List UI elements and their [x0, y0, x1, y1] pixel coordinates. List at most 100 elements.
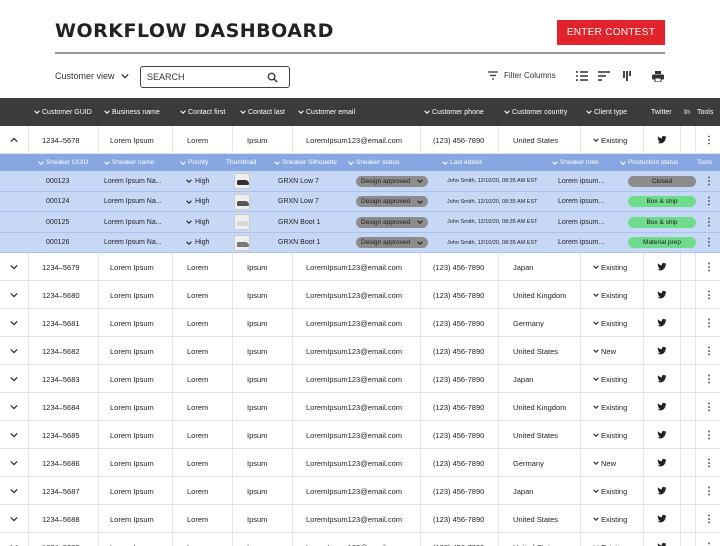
sneaker-status-dropdown[interactable]: Design approved — [356, 212, 428, 232]
row-menu-icon[interactable]: ⋮ — [704, 337, 714, 365]
cell-email[interactable]: LoremIpsum123@email.com — [306, 365, 402, 393]
twitter-icon[interactable] — [657, 281, 667, 309]
cell-email[interactable]: LoremIpsum123@email.com — [306, 393, 402, 421]
cell-email[interactable]: LoremIpsum123@email.com — [306, 533, 402, 546]
expand-row-button[interactable] — [10, 477, 18, 505]
column-header-customer-country[interactable]: Customer country — [504, 98, 567, 126]
production-status-badge[interactable]: Closed — [628, 171, 696, 191]
column-header-twitter[interactable]: Twitter — [651, 98, 672, 126]
list-view-icon[interactable] — [575, 70, 589, 82]
cell-client-type[interactable]: Existing — [593, 505, 627, 533]
table-row[interactable]: 1234–5678 Lorem Ipsum Lorem Ipsum LoremIpsum… — [0, 126, 720, 154]
column-header-contact-last[interactable]: Contact last — [240, 98, 285, 126]
cell-client-type[interactable]: Existing — [593, 126, 627, 154]
expand-row-button[interactable] — [10, 533, 18, 546]
twitter-icon[interactable] — [657, 126, 667, 154]
twitter-icon[interactable] — [657, 533, 667, 546]
table-row[interactable]: 1234–5684 Lorem Ipsum Lorem Ipsum LoremIpsum… — [0, 393, 720, 421]
subcolumn-header-sneaker-status[interactable]: Sneaker status — [348, 154, 399, 171]
twitter-icon[interactable] — [657, 393, 667, 421]
cell-email[interactable]: LoremIpsum123@email.com — [306, 477, 402, 505]
column-header-tools[interactable]: Tools — [697, 98, 713, 126]
cell-client-type[interactable]: Existing — [593, 421, 627, 449]
column-header-customer-email[interactable]: Customer email — [298, 98, 355, 126]
column-header-business-name[interactable]: Business name — [104, 98, 160, 126]
cell-client-type[interactable]: Existing — [593, 393, 627, 421]
cell-email[interactable]: LoremIpsum123@email.com — [306, 253, 402, 281]
production-status-badge[interactable]: Box & ship — [628, 212, 696, 232]
column-header-contact-first[interactable]: Contact first — [180, 98, 225, 126]
subcolumn-header-sneaker-name[interactable]: Sneaker name — [104, 154, 154, 171]
expand-row-button[interactable] — [10, 337, 18, 365]
row-menu-icon[interactable]: ⋮ — [704, 477, 714, 505]
column-header-customer-guid[interactable]: Customer GUID — [34, 98, 92, 126]
subcolumn-header-sneaker-guid[interactable]: Sneaker GUID — [38, 154, 88, 171]
twitter-icon[interactable] — [657, 421, 667, 449]
table-row[interactable]: 1234–5682 Lorem Ipsum Lorem Ipsum LoremIpsum… — [0, 337, 720, 365]
expand-row-button[interactable] — [10, 505, 18, 533]
row-menu-icon[interactable]: ⋮ — [704, 421, 714, 449]
cell-priority[interactable]: High — [186, 233, 209, 253]
column-header-client-type[interactable]: Client type — [586, 98, 627, 126]
cell-client-type[interactable]: Existing — [593, 253, 627, 281]
twitter-icon[interactable] — [657, 449, 667, 477]
expand-row-button[interactable] — [10, 253, 18, 281]
expand-row-button[interactable] — [10, 365, 18, 393]
cell-client-type[interactable]: Existing — [593, 309, 627, 337]
cell-email[interactable]: LoremIpsum123@email.com — [306, 126, 402, 154]
table-row[interactable]: 1234–5683 Lorem Ipsum Lorem Ipsum LoremIpsum… — [0, 365, 720, 393]
row-menu-icon[interactable]: ⋮ — [704, 171, 714, 191]
sort-icon[interactable] — [597, 70, 611, 82]
cell-email[interactable]: LoremIpsum123@email.com — [306, 281, 402, 309]
sneaker-row[interactable]: 000125 Lorem Ipsum Na... High GRXN Boot 1 De… — [0, 212, 720, 233]
cell-email[interactable]: LoremIpsum123@email.com — [306, 505, 402, 533]
expand-row-button[interactable] — [10, 281, 18, 309]
cell-client-type[interactable]: New — [593, 449, 616, 477]
production-status-badge[interactable]: Material prep — [628, 233, 696, 253]
production-status-badge[interactable]: Box & ship — [628, 192, 696, 212]
twitter-icon[interactable] — [657, 253, 667, 281]
cell-client-type[interactable]: Existing — [593, 477, 627, 505]
row-menu-icon[interactable]: ⋮ — [704, 192, 714, 212]
sneaker-status-dropdown[interactable]: Design approved — [356, 192, 428, 212]
twitter-icon[interactable] — [657, 505, 667, 533]
row-menu-icon[interactable]: ⋮ — [704, 309, 714, 337]
table-row[interactable]: 1234–5689 Lorem Ipsum Lorem Ipsum LoremIpsum… — [0, 533, 720, 546]
row-menu-icon[interactable]: ⋮ — [704, 253, 714, 281]
cell-client-type[interactable]: Existing — [593, 365, 627, 393]
table-row[interactable]: 1234–5685 Lorem Ipsum Lorem Ipsum LoremIpsum… — [0, 421, 720, 449]
table-row[interactable]: 1234–5686 Lorem Ipsum Lorem Ipsum LoremIpsum… — [0, 449, 720, 477]
twitter-icon[interactable] — [657, 365, 667, 393]
row-menu-icon[interactable]: ⋮ — [704, 281, 714, 309]
subcolumn-header-sneaker-silhouette[interactable]: Sneaker Silhouette — [274, 154, 337, 171]
sneaker-status-dropdown[interactable]: Design approved — [356, 233, 428, 253]
subcolumn-header-tools[interactable]: Tools — [697, 154, 712, 171]
cell-client-type[interactable]: New — [593, 337, 616, 365]
column-settings-icon[interactable] — [620, 70, 634, 82]
sneaker-row[interactable]: 000126 Lorem Ipsum Na... High GRXN Boot 1 De… — [0, 233, 720, 253]
cell-client-type[interactable]: Existing — [593, 281, 627, 309]
expand-row-button[interactable] — [10, 393, 18, 421]
column-header-customer-phone[interactable]: Customer phone — [424, 98, 484, 126]
column-header-in[interactable]: In — [684, 98, 690, 126]
sneaker-status-dropdown[interactable]: Design approved — [356, 171, 428, 191]
cell-priority[interactable]: High — [186, 192, 209, 212]
cell-email[interactable]: LoremIpsum123@email.com — [306, 421, 402, 449]
sneaker-row[interactable]: 000124 Lorem Ipsum Na... High GRXN Low 7 Des… — [0, 192, 720, 212]
search-icon[interactable] — [267, 72, 278, 83]
subcolumn-header-sneaker-note[interactable]: Sneaker note — [552, 154, 599, 171]
cell-priority[interactable]: High — [186, 212, 209, 232]
search-input[interactable] — [147, 72, 267, 82]
subcolumn-header-priority[interactable]: Priority — [180, 154, 208, 171]
row-menu-icon[interactable]: ⋮ — [704, 212, 714, 232]
subcolumn-header-last-edited[interactable]: Last edited — [442, 154, 482, 171]
cell-priority[interactable]: High — [186, 171, 209, 191]
filter-columns-button[interactable]: Filter Columns — [488, 71, 556, 80]
row-menu-icon[interactable]: ⋮ — [704, 533, 714, 546]
collapse-row-button[interactable] — [10, 126, 18, 154]
search-box[interactable] — [140, 66, 290, 88]
cell-email[interactable]: LoremIpsum123@email.com — [306, 337, 402, 365]
row-menu-icon[interactable]: ⋮ — [704, 449, 714, 477]
sneaker-row[interactable]: 000123 Lorem Ipsum Na... High GRXN Low 7 Des… — [0, 171, 720, 192]
row-menu-icon[interactable]: ⋮ — [704, 393, 714, 421]
